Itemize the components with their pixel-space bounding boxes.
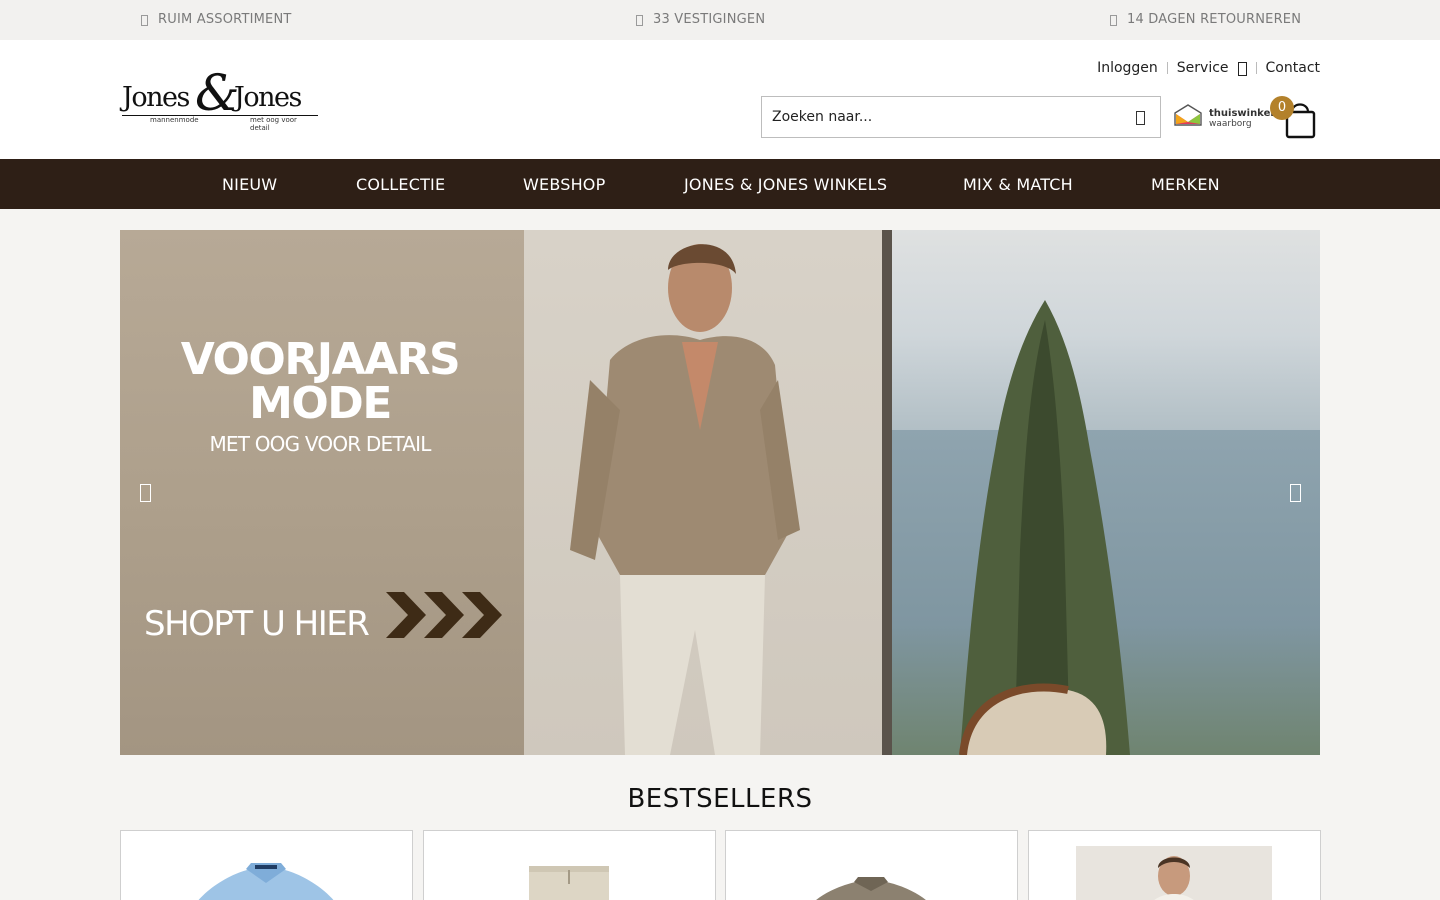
- search-input[interactable]: [762, 97, 1102, 137]
- brand-logo[interactable]: Jones & Jones mannenmode met oog voor de…: [122, 68, 318, 132]
- product-image-polo-taupe: [816, 877, 926, 900]
- logo-ampersand: &: [195, 64, 240, 122]
- nav-item-winkels[interactable]: JONES & JONES WINKELS: [684, 175, 887, 194]
- thuiswinkel-waarborg-badge[interactable]: thuiswinkel waarborg: [1173, 102, 1274, 130]
- product-card[interactable]: [120, 830, 413, 900]
- cart-button[interactable]: 0: [1270, 94, 1320, 140]
- product-card[interactable]: [725, 830, 1018, 900]
- hero-chair: [959, 683, 1107, 755]
- product-card[interactable]: [423, 830, 716, 900]
- hero-window-frame: [882, 230, 892, 755]
- logo-tagline-left: mannenmode: [150, 116, 199, 124]
- waarborg-line1: thuiswinkel: [1209, 108, 1274, 119]
- logo-word-left: Jones: [122, 82, 190, 113]
- nav-item-merken[interactable]: MERKEN: [1151, 175, 1220, 194]
- chevron-down-icon[interactable]: [1237, 62, 1247, 76]
- login-link[interactable]: Inloggen: [1097, 60, 1158, 76]
- usp-retourneren: 14 DAGEN RETOURNEREN: [1110, 12, 1301, 27]
- hero-subtitle: MET OOG VOOR DETAIL: [209, 432, 431, 456]
- hero-backdrop-left: [120, 230, 524, 755]
- nav-item-collectie[interactable]: COLLECTIE: [356, 175, 445, 194]
- triple-chevron-right-icon[interactable]: [386, 590, 502, 640]
- product-image-model-photo: [1076, 846, 1272, 900]
- site-header: Jones & Jones mannenmode met oog voor de…: [0, 40, 1440, 159]
- usp-vestigingen: 33 VESTIGINGEN: [636, 12, 765, 27]
- hero-cta-label[interactable]: SHOPT U HIER: [144, 604, 370, 644]
- usp-label: 14 DAGEN RETOURNEREN: [1127, 12, 1302, 27]
- usp-assortiment: RUIM ASSORTIMENT: [141, 12, 292, 27]
- divider: [1255, 62, 1257, 74]
- product-image-trousers-beige: [529, 866, 609, 900]
- return-icon: [1110, 14, 1117, 26]
- nav-item-nieuw[interactable]: NIEUW: [222, 175, 277, 194]
- hero-title-line1: VOORJAARS: [180, 334, 461, 385]
- waarborg-envelope-icon: [1174, 104, 1202, 126]
- search-icon[interactable]: [1136, 111, 1145, 125]
- product-card[interactable]: [1028, 830, 1321, 900]
- contact-link[interactable]: Contact: [1266, 60, 1320, 76]
- account-links: Inloggen Service Contact: [1097, 60, 1320, 76]
- service-link[interactable]: Service: [1177, 60, 1229, 76]
- chevron-right-icon[interactable]: [1290, 484, 1301, 502]
- check-icon: [141, 14, 148, 26]
- cart-count-badge: 0: [1270, 96, 1294, 120]
- waarborg-line2: waarborg: [1209, 119, 1252, 129]
- store-icon: [636, 14, 643, 26]
- usp-label: RUIM ASSORTIMENT: [158, 12, 292, 27]
- main-navigation: NIEUW COLLECTIE WEBSHOP JONES & JONES WI…: [0, 159, 1440, 209]
- hero-title-line2: MODE: [249, 378, 392, 429]
- bestsellers-heading: BESTSELLERS: [627, 784, 813, 814]
- hero-title: VOORJAARS MODE: [170, 338, 470, 426]
- logo-tagline-right: met oog voor detail: [250, 116, 297, 132]
- usp-label: 33 VESTIGINGEN: [653, 12, 766, 27]
- usp-bar: RUIM ASSORTIMENT 33 VESTIGINGEN 14 DAGEN…: [0, 0, 1440, 40]
- nav-item-mix-match[interactable]: MIX & MATCH: [963, 175, 1073, 194]
- hero-slider[interactable]: VOORJAARS MODE MET OOG VOOR DETAIL SHOPT…: [120, 230, 1320, 755]
- chevron-left-icon[interactable]: [140, 484, 151, 502]
- logo-word-right: Jones: [234, 82, 302, 113]
- hero-model-figure: [570, 244, 800, 755]
- search-box: [761, 96, 1161, 138]
- divider: [1166, 62, 1168, 74]
- product-image-polo-blue: [198, 863, 334, 900]
- nav-item-webshop[interactable]: WEBSHOP: [523, 175, 605, 194]
